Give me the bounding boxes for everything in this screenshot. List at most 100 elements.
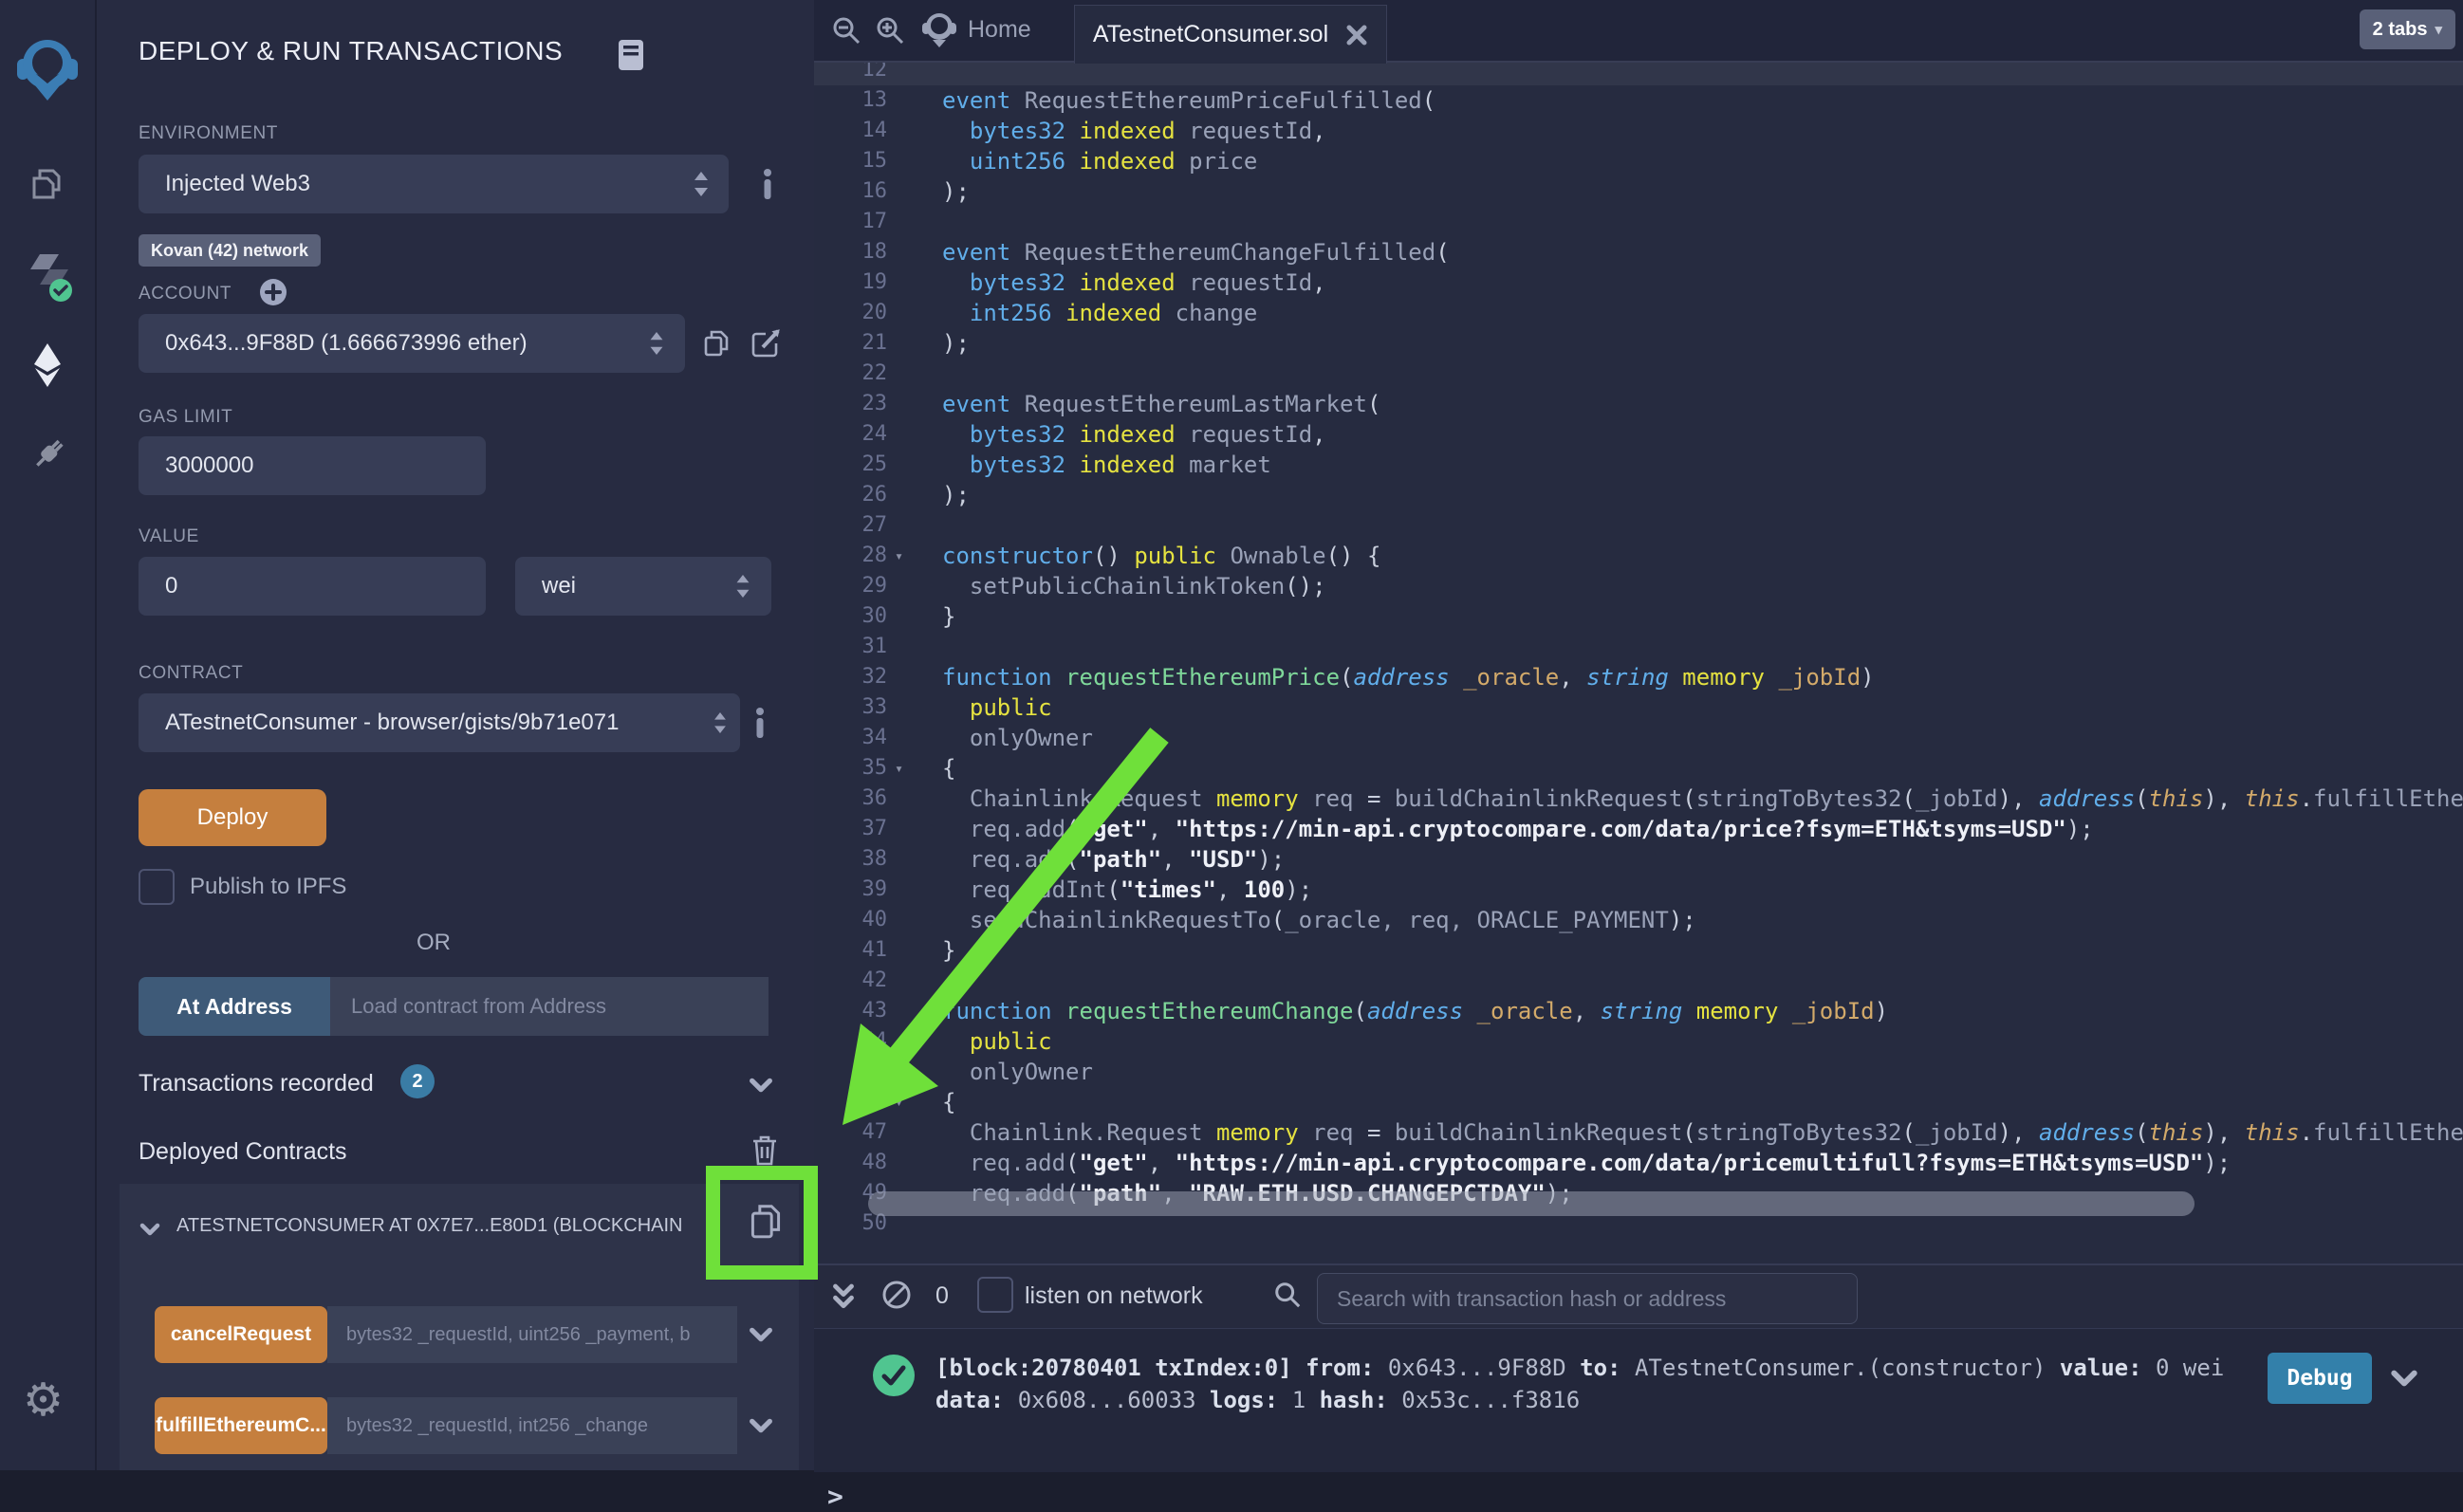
cancel-request-args-field[interactable] — [327, 1306, 737, 1363]
fold-arrow-icon[interactable]: ▾ — [887, 1087, 942, 1117]
code-line-26[interactable]: 26); — [814, 480, 2463, 510]
fulfill-ethereum-button[interactable]: fulfillEthereumC... — [155, 1397, 327, 1454]
code-line-41[interactable]: 41} — [814, 935, 2463, 966]
code-line-18[interactable]: 18event RequestEthereumChangeFulfilled( — [814, 237, 2463, 267]
code-line-45[interactable]: 45 onlyOwner — [814, 1057, 2463, 1087]
fold-arrow-icon[interactable]: ▾ — [887, 753, 942, 784]
plugin-manager-icon[interactable] — [25, 433, 70, 478]
code-line-42[interactable]: 42 — [814, 966, 2463, 996]
debug-button[interactable]: Debug — [2268, 1353, 2372, 1404]
cancel-request-chevron-down-icon[interactable] — [748, 1321, 774, 1348]
contract-select[interactable]: ATestnetConsumer - browser/gists/9b71e07… — [139, 693, 740, 752]
at-address-input[interactable] — [330, 993, 769, 1020]
deployed-contract-title[interactable]: ATESTNETCONSUMER AT 0X7E7...E80D1 (BLOCK… — [176, 1215, 731, 1237]
environment-select[interactable]: Injected Web3 — [139, 155, 729, 213]
file-explorer-icon[interactable] — [25, 161, 70, 207]
gas-limit-input[interactable] — [139, 452, 486, 480]
listen-on-network-checkbox[interactable] — [977, 1277, 1013, 1313]
fold-gutter — [887, 723, 942, 753]
code-line-28[interactable]: 28▾constructor() public Ownable() { — [814, 541, 2463, 571]
tab-atestnetconsumer[interactable]: ATestnetConsumer.sol — [1074, 5, 1387, 64]
code-line-24[interactable]: 24 bytes32 indexed requestId, — [814, 419, 2463, 450]
expand-log-chevron-down-icon[interactable] — [2389, 1363, 2419, 1393]
publish-ipfs-checkbox[interactable] — [139, 869, 175, 905]
settings-gear-icon[interactable]: ⚙ — [23, 1374, 64, 1427]
gas-limit-field[interactable] — [139, 436, 486, 495]
code-line-25[interactable]: 25 bytes32 indexed market — [814, 450, 2463, 480]
account-select[interactable]: 0x643...9F88D (1.666673996 ether) — [139, 314, 685, 373]
fold-gutter — [887, 267, 942, 298]
code-line-27[interactable]: 27 — [814, 510, 2463, 541]
code-line-19[interactable]: 19 bytes32 indexed requestId, — [814, 267, 2463, 298]
cancel-request-button[interactable]: cancelRequest — [155, 1306, 327, 1363]
code-line-32[interactable]: 32function requestEthereumPrice(address … — [814, 662, 2463, 692]
value-input[interactable] — [139, 572, 486, 600]
copy-account-icon[interactable] — [700, 326, 732, 360]
add-account-icon[interactable] — [258, 277, 288, 307]
code-line-20[interactable]: 20 int256 indexed change — [814, 298, 2463, 328]
code-line-47[interactable]: 47 Chainlink.Request memory req = buildC… — [814, 1117, 2463, 1148]
close-tab-icon[interactable] — [1345, 24, 1368, 46]
code-line-17[interactable]: 17 — [814, 207, 2463, 237]
solidity-compiler-icon[interactable] — [25, 250, 74, 304]
tabs-count-badge[interactable]: 2 tabs ▾ — [2360, 9, 2455, 49]
fulfill-ethereum-args-field[interactable] — [327, 1397, 737, 1454]
code-line-33[interactable]: 33 public — [814, 692, 2463, 723]
code-line-22[interactable]: 22 — [814, 359, 2463, 389]
deploy-run-icon[interactable] — [25, 341, 70, 389]
fulfill-ethereum-args-input[interactable] — [327, 1414, 737, 1438]
terminal-prompt[interactable]: > — [827, 1481, 843, 1512]
code-line-39[interactable]: 39 req.addInt("times", 100); — [814, 875, 2463, 905]
edit-account-icon[interactable] — [750, 326, 782, 359]
code-line-31[interactable]: 31 — [814, 632, 2463, 662]
terminal-search-field[interactable] — [1317, 1273, 1858, 1324]
value-field[interactable] — [139, 557, 486, 616]
tab-home[interactable]: Home — [968, 16, 1031, 44]
contract-info-icon[interactable] — [753, 708, 767, 738]
code-line-21[interactable]: 21); — [814, 328, 2463, 359]
terminal-log-text[interactable]: [block:20780401 txIndex:0] from: 0x643..… — [935, 1352, 2224, 1416]
fold-arrow-icon[interactable]: ▾ — [887, 541, 942, 571]
horizontal-scrollbar[interactable] — [868, 1191, 2194, 1216]
at-address-field[interactable] — [330, 977, 769, 1036]
contract-card-chevron-down-icon[interactable] — [139, 1218, 161, 1241]
code-line-38[interactable]: 38 req.add("path", "USD"); — [814, 844, 2463, 875]
code-editor[interactable]: 1213event RequestEthereumPriceFulfilled(… — [814, 0, 2463, 1263]
code-line-44[interactable]: 44 public — [814, 1026, 2463, 1057]
code-line-13[interactable]: 13event RequestEthereumPriceFulfilled( — [814, 85, 2463, 116]
fold-gutter — [887, 176, 942, 207]
code-line-43[interactable]: 43function requestEthereumChange(address… — [814, 996, 2463, 1026]
at-address-button[interactable]: At Address — [139, 977, 330, 1036]
code-line-35[interactable]: 35▾{ — [814, 753, 2463, 784]
cancel-request-args-input[interactable] — [327, 1323, 737, 1347]
code-line-23[interactable]: 23event RequestEthereumLastMarket( — [814, 389, 2463, 419]
code-line-48[interactable]: 48 req.add("get", "https://min-api.crypt… — [814, 1148, 2463, 1178]
code-line-14[interactable]: 14 bytes32 indexed requestId, — [814, 116, 2463, 146]
clear-deployed-trash-icon[interactable] — [750, 1133, 780, 1167]
terminal-search-input[interactable] — [1318, 1285, 1857, 1313]
deploy-button[interactable]: Deploy — [139, 789, 326, 846]
transactions-chevron-down-icon[interactable] — [748, 1072, 774, 1098]
code-text: bytes32 indexed market — [942, 450, 1271, 480]
environment-info-icon[interactable] — [761, 169, 774, 199]
code-line-16[interactable]: 16); — [814, 176, 2463, 207]
fulfill-ethereum-chevron-down-icon[interactable] — [748, 1412, 774, 1439]
code-line-40[interactable]: 40 sendChainlinkRequestTo(_oracle, req, … — [814, 905, 2463, 935]
fold-gutter — [887, 875, 942, 905]
home-icon[interactable] — [920, 9, 958, 51]
code-line-34[interactable]: 34 onlyOwner — [814, 723, 2463, 753]
code-line-29[interactable]: 29 setPublicChainlinkToken(); — [814, 571, 2463, 601]
code-text: ); — [942, 176, 970, 207]
expand-terminal-double-chevron-icon[interactable] — [829, 1281, 858, 1313]
zoom-out-icon[interactable] — [831, 15, 861, 46]
code-line-37[interactable]: 37 req.add("get", "https://min-api.crypt… — [814, 814, 2463, 844]
zoom-in-icon[interactable] — [875, 15, 905, 46]
fold-gutter — [887, 966, 942, 996]
clear-pending-icon[interactable] — [880, 1279, 913, 1311]
code-line-36[interactable]: 36 Chainlink.Request memory req = buildC… — [814, 784, 2463, 814]
code-line-46[interactable]: 46▾{ — [814, 1087, 2463, 1117]
value-unit-select[interactable]: wei — [515, 557, 771, 616]
code-line-30[interactable]: 30} — [814, 601, 2463, 632]
documentation-icon[interactable] — [617, 38, 645, 72]
code-line-15[interactable]: 15 uint256 indexed price — [814, 146, 2463, 176]
